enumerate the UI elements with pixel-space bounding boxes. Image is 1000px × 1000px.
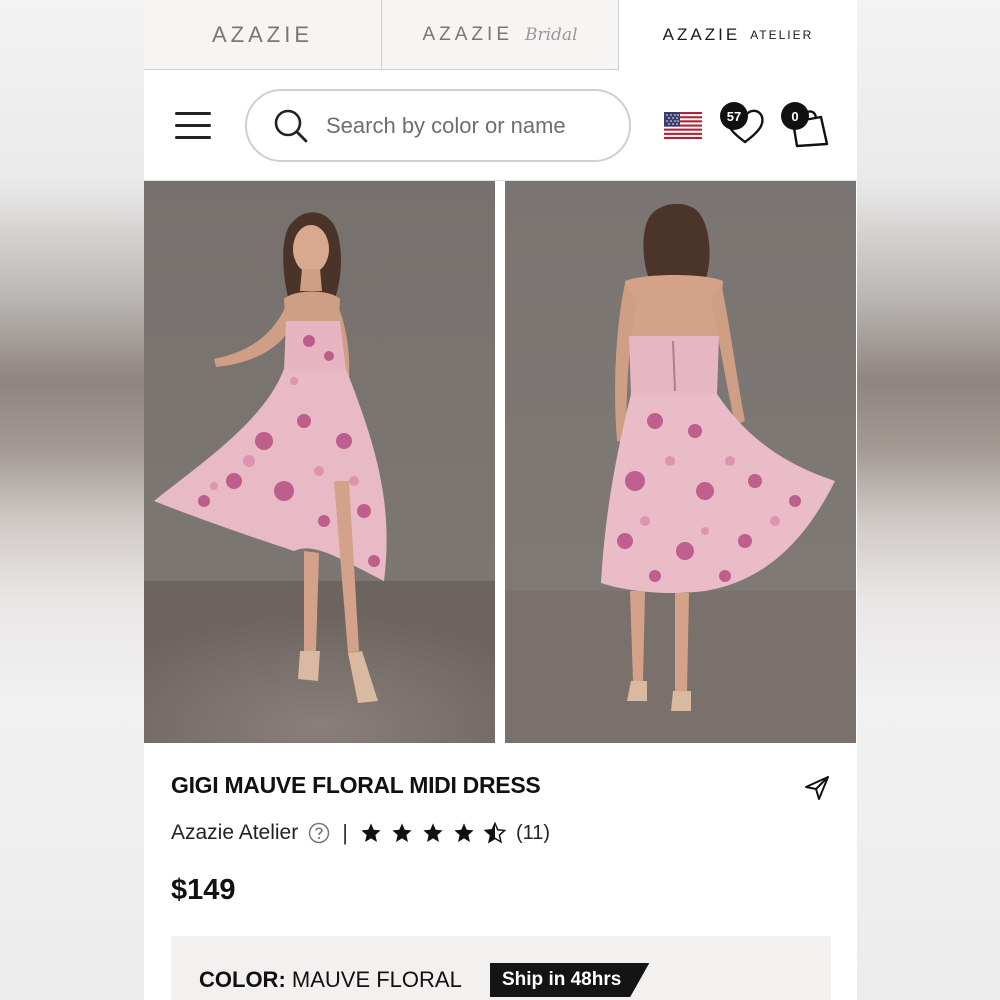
search-bar[interactable] — [245, 89, 631, 162]
star-icon — [392, 823, 412, 842]
product-image-front[interactable] — [144, 181, 495, 743]
brand-tabs: AZAZIE AZAZIE Bridal AZAZIE ATELIER — [144, 0, 857, 70]
tab-azazie[interactable]: AZAZIE — [144, 0, 381, 70]
search-input[interactable] — [326, 112, 616, 139]
product-brand[interactable]: Azazie Atelier — [171, 821, 298, 845]
star-icon — [423, 823, 443, 842]
site-header: 57 0 — [144, 70, 857, 180]
search-icon[interactable] — [273, 108, 309, 144]
star-icon — [454, 823, 474, 842]
cart-button[interactable]: 0 — [781, 102, 831, 148]
tab-bridal-script: Bridal — [525, 24, 578, 45]
rating-stars[interactable] — [360, 822, 506, 844]
product-meta: Azazie Atelier | (11) — [171, 818, 550, 848]
color-value: MAUVE FLORAL — [291, 967, 462, 992]
color-label-row: COLOR: MAUVE FLORAL — [199, 967, 462, 993]
star-icon — [361, 823, 381, 842]
tab-atelier-label: AZAZIE — [662, 25, 741, 44]
product-title: GIGI MAUVE FLORAL MIDI DRESS — [171, 772, 541, 798]
tab-azazie-bridal[interactable]: AZAZIE Bridal — [381, 0, 619, 70]
wishlist-button[interactable]: 57 — [720, 102, 770, 146]
ship-badge: Ship in 48hrs — [490, 963, 650, 997]
star-half-icon — [483, 822, 506, 844]
color-label: COLOR: — [199, 967, 286, 992]
product-price: $149 — [171, 874, 236, 906]
share-icon[interactable] — [803, 774, 831, 802]
tab-azazie-atelier[interactable]: AZAZIE ATELIER — [619, 0, 857, 70]
review-count[interactable]: (11) — [516, 822, 550, 845]
help-icon[interactable] — [308, 822, 330, 844]
cart-count-badge: 0 — [781, 102, 809, 130]
hamburger-icon[interactable] — [175, 112, 211, 140]
tab-bridal-label: AZAZIE — [422, 23, 513, 45]
meta-separator: | — [342, 820, 348, 845]
color-selector: COLOR: MAUVE FLORAL Ship in 48hrs — [171, 936, 831, 1000]
product-page: AZAZIE AZAZIE Bridal AZAZIE ATELIER Sear… — [144, 0, 857, 1000]
tab-atelier-sub: ATELIER — [750, 28, 814, 42]
wishlist-count-badge: 57 — [720, 102, 748, 130]
tab-azazie-label: AZAZIE — [211, 21, 313, 47]
product-image-back[interactable] — [505, 181, 856, 743]
us-flag-icon[interactable] — [664, 112, 702, 139]
